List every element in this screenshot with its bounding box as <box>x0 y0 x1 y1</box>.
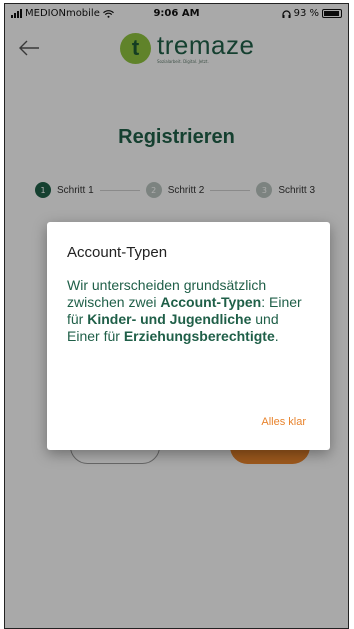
phone-screen: MEDIONmobile 9:06 AM 93 % t tremaze Sozi… <box>4 3 349 629</box>
dialog-emphasis: Account-Typen <box>160 294 262 310</box>
dialog-title: Account-Typen <box>67 244 168 261</box>
account-types-dialog: Account-Typen Wir unterscheiden grundsät… <box>47 222 330 450</box>
dialog-text: . <box>274 328 279 344</box>
dialog-emphasis: Kinder- und Jugendliche <box>87 311 252 327</box>
dialog-emphasis: Erziehungsberechtigte <box>123 328 275 344</box>
dialog-confirm-button[interactable]: Alles klar <box>261 416 306 428</box>
dialog-body: Wir unterscheiden grundsätzlich zwischen… <box>67 277 310 345</box>
